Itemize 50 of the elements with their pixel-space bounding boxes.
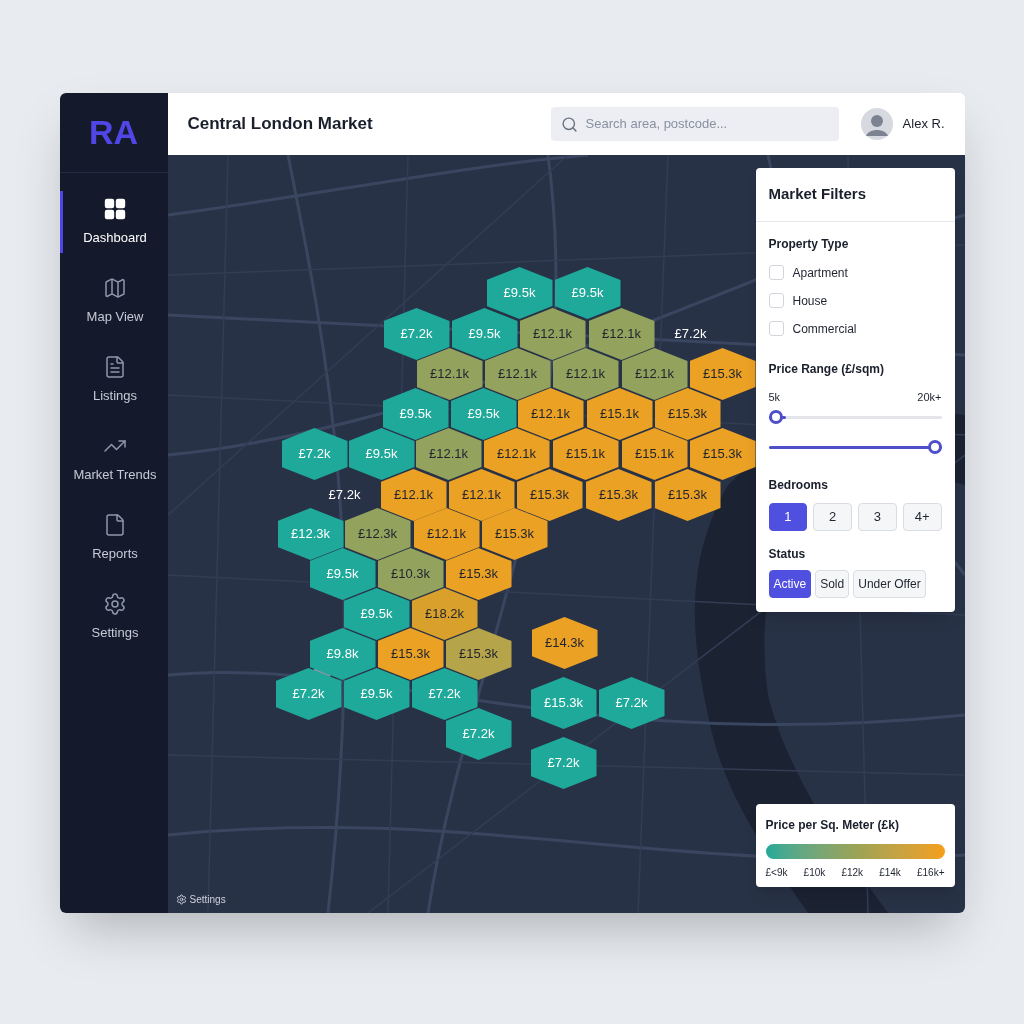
bedroom-option[interactable]: 3 bbox=[858, 503, 897, 531]
legend-tick-label: £12k bbox=[841, 866, 864, 880]
user-avatar[interactable] bbox=[860, 108, 893, 140]
checkbox-label: Commercial bbox=[792, 320, 857, 338]
range-max-label: 20k+ bbox=[917, 389, 942, 405]
search-icon bbox=[560, 115, 578, 133]
price-slider[interactable] bbox=[768, 410, 942, 424]
price-label: £7.2k bbox=[328, 486, 361, 505]
status-option[interactable]: Active bbox=[768, 570, 812, 598]
legend-tick-label: £10k bbox=[803, 866, 826, 880]
panel-title: Market Filters bbox=[755, 168, 955, 222]
document-list-icon bbox=[103, 354, 127, 379]
slider-thumb[interactable] bbox=[768, 410, 783, 424]
section-label: Property Type bbox=[768, 235, 850, 253]
checkbox[interactable] bbox=[768, 265, 784, 280]
sidebar-nav-item[interactable]: Market Trends bbox=[59, 428, 168, 490]
bedroom-option[interactable]: 4+ bbox=[902, 503, 942, 531]
checkbox[interactable] bbox=[768, 293, 784, 308]
bedroom-option[interactable]: 1 bbox=[768, 503, 808, 531]
search-field[interactable]: Search area, postcode... bbox=[550, 107, 839, 141]
legend-tick-label: £16k+ bbox=[916, 866, 945, 880]
slider-thumb[interactable] bbox=[927, 440, 942, 454]
legend-tick-label: £14k bbox=[879, 866, 901, 880]
checkbox-label: House bbox=[792, 292, 828, 310]
range-min-label: 5k bbox=[768, 389, 781, 405]
logo: RA bbox=[88, 112, 139, 153]
legend-tick-label: £<9k bbox=[765, 866, 788, 880]
section-label: Status bbox=[768, 546, 807, 563]
settings-icon bbox=[103, 591, 127, 616]
document-icon bbox=[103, 512, 127, 537]
page-title: Central London Market bbox=[187, 113, 374, 136]
grid-icon bbox=[103, 196, 127, 221]
price-label: £7.2k bbox=[674, 325, 707, 344]
price-slider[interactable] bbox=[768, 440, 942, 454]
settings-icon bbox=[175, 894, 187, 905]
sidebar-nav-item[interactable]: Map View bbox=[59, 270, 168, 332]
legend-title: Price per Sq. Meter (£k) bbox=[765, 817, 900, 834]
checkbox-label: Apartment bbox=[792, 264, 848, 282]
section-label: Bedrooms bbox=[768, 477, 829, 494]
checkbox[interactable] bbox=[768, 321, 784, 336]
bedroom-option[interactable]: 2 bbox=[813, 503, 852, 531]
sidebar-nav-item[interactable]: Listings bbox=[59, 349, 168, 411]
search-input[interactable]: Search area, postcode... bbox=[585, 114, 829, 134]
settings-link[interactable]: Settings bbox=[189, 892, 226, 907]
status-option[interactable]: Under Offer bbox=[853, 570, 926, 598]
sidebar-nav-item[interactable]: Reports bbox=[59, 507, 168, 569]
section-label: Price Range (£/sqm) bbox=[768, 360, 885, 378]
sidebar-nav-item[interactable]: Settings bbox=[59, 586, 168, 648]
user-name: Alex R. bbox=[902, 115, 945, 134]
status-option[interactable]: Sold bbox=[815, 570, 850, 598]
